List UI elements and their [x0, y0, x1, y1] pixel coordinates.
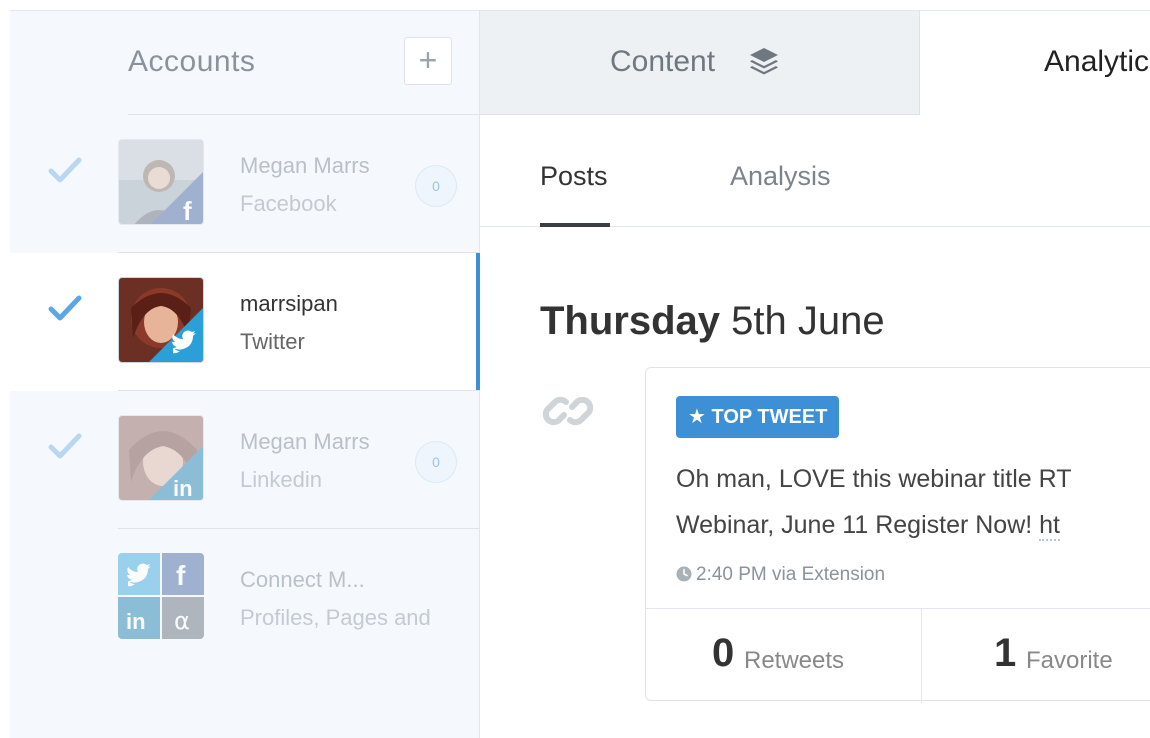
facebook-avatar-icon: f — [119, 140, 203, 225]
avatar: f — [118, 139, 204, 225]
account-item-facebook[interactable]: f Megan Marrs Facebook 0 — [10, 115, 480, 253]
svg-text:f: f — [176, 560, 186, 591]
subtab-analysis[interactable]: Analysis — [730, 161, 831, 192]
svg-text:α: α — [174, 607, 190, 635]
post-text: Oh man, LOVE this webinar title RT Webin… — [676, 456, 1150, 548]
top-tweet-badge: ★ TOP TWEET — [676, 396, 840, 438]
post-text-line-1: Oh man, LOVE this webinar title RT — [676, 465, 1072, 493]
accounts-sidebar: Accounts + f Megan Marrs Facebook 0 marr… — [10, 11, 481, 738]
account-name: Megan Marrs — [240, 153, 370, 178]
layers-icon — [750, 48, 778, 75]
avatar: in — [118, 415, 204, 501]
social-networks-icon: f in α — [118, 553, 204, 639]
posts-panel: Thursday 5th June ★ TOP TWEET Oh man, LO… — [480, 227, 1150, 738]
unread-count-badge: 0 — [415, 165, 457, 207]
favorites-label: Favorite — [1026, 647, 1113, 674]
linkedin-avatar-icon: in — [119, 416, 203, 501]
account-item-twitter[interactable]: marrsipan Twitter — [10, 253, 481, 391]
post-text-line-2: Webinar, June 11 Register Now! ht — [676, 502, 1150, 548]
sub-tabs: Posts Analysis — [480, 115, 1150, 228]
svg-text:in: in — [173, 476, 193, 501]
networks-grid: f in α — [118, 553, 204, 639]
tab-content[interactable]: Content — [480, 11, 920, 115]
connect-more-title: Connect M... — [240, 567, 365, 592]
connect-more-item[interactable]: f in α Connect M... Profiles, Pages and — [10, 529, 480, 667]
favorites-stat: 1 Favorite — [922, 609, 1150, 703]
top-tabs: Content Analytics — [480, 11, 1150, 115]
svg-text:f: f — [183, 196, 192, 225]
clock-icon — [676, 566, 692, 582]
link-icon[interactable] — [536, 379, 600, 443]
connect-more-subtitle: Profiles, Pages and — [240, 605, 431, 630]
tab-content-label: Content — [610, 45, 716, 78]
date-heading: Thursday 5th June — [540, 299, 885, 344]
retweets-count: 0 — [712, 631, 735, 675]
account-network: Facebook — [240, 191, 337, 216]
post-link[interactable]: ht — [1039, 511, 1061, 541]
account-network: Twitter — [240, 329, 305, 354]
account-item-linkedin[interactable]: in Megan Marrs Linkedin 0 — [10, 391, 480, 529]
post-time: 2:40 PM via Extension — [696, 564, 886, 585]
retweets-label: Retweets — [744, 647, 845, 674]
post-card[interactable]: ★ TOP TWEET Oh man, LOVE this webinar ti… — [645, 367, 1150, 703]
twitter-avatar-icon — [119, 278, 203, 362]
account-name: marrsipan — [240, 291, 338, 316]
post-meta: 2:40 PM via Extension — [676, 564, 885, 586]
check-icon[interactable] — [48, 431, 82, 461]
accounts-title: Accounts — [128, 45, 256, 78]
tab-analytics-label: Analytics — [1044, 45, 1150, 78]
date-day: Thursday — [540, 299, 721, 343]
check-icon[interactable] — [48, 155, 82, 185]
post-stats: 0 Retweets 1 Favorite — [646, 608, 1150, 703]
svg-text:in: in — [126, 609, 146, 634]
tab-analytics[interactable]: Analytics — [920, 11, 1150, 115]
date-rest: 5th June — [720, 299, 885, 343]
subtab-posts[interactable]: Posts — [540, 161, 608, 192]
app-frame: Accounts + f Megan Marrs Facebook 0 marr… — [10, 10, 1150, 738]
favorites-count: 1 — [994, 631, 1017, 675]
unread-count-badge: 0 — [415, 441, 457, 483]
account-name: Megan Marrs — [240, 429, 370, 454]
account-network: Linkedin — [240, 467, 322, 492]
accounts-header: Accounts + — [128, 11, 480, 115]
check-icon[interactable] — [48, 293, 82, 323]
add-account-button[interactable]: + — [404, 37, 452, 85]
retweets-stat: 0 Retweets — [646, 609, 922, 703]
post-text-line-2-text: Webinar, June 11 Register Now! — [676, 511, 1040, 539]
avatar — [118, 277, 204, 363]
